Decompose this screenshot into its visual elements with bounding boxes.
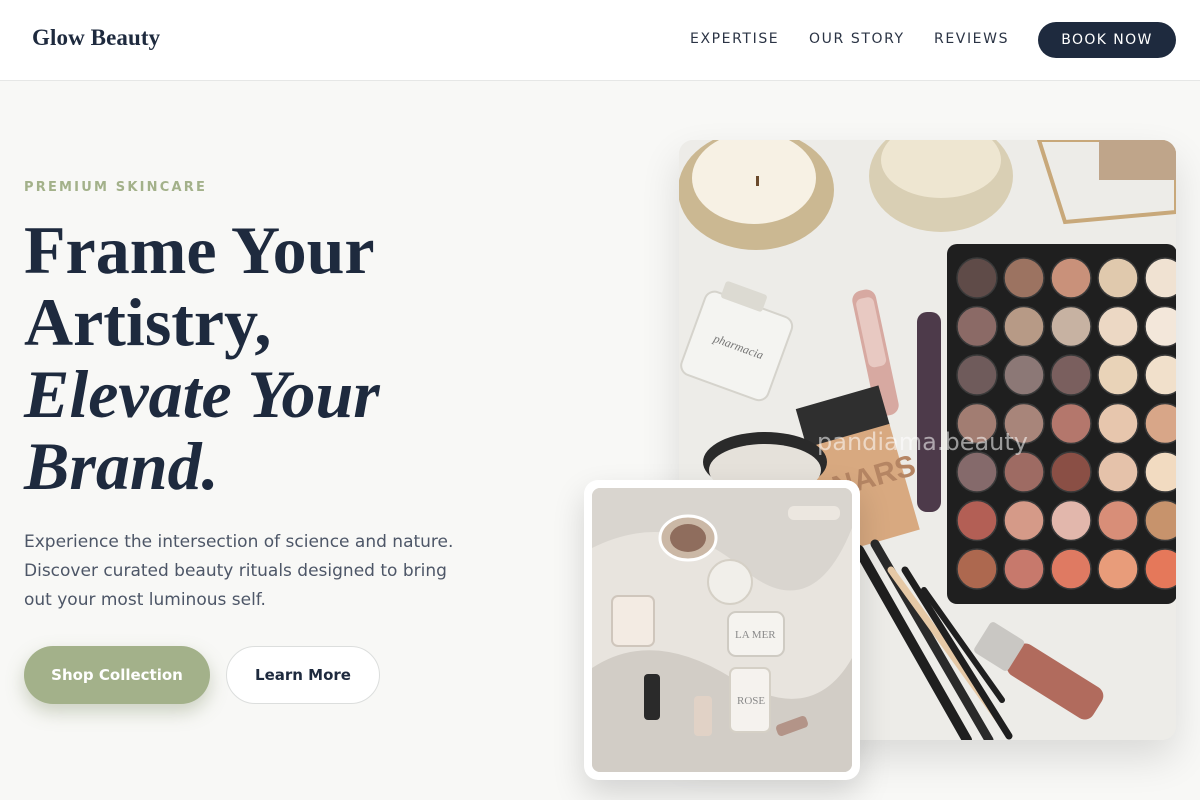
book-now-button[interactable]: BOOK NOW [1038,22,1176,58]
eyeshadow-swatch [1003,499,1045,542]
nav-link-reviews[interactable]: REVIEWS [934,31,1009,47]
eyeshadow-swatch [1050,451,1092,493]
nav-link-expertise[interactable]: EXPERTISE [690,31,779,47]
learn-more-button[interactable]: Learn More [226,646,380,704]
eyeshadow-swatch [956,305,998,348]
eyeshadow-swatch [1003,354,1045,396]
site-header: Glow Beauty EXPERTISE OUR STORY REVIEWS … [0,0,1200,81]
description-line: out your most luminous self. [24,590,266,610]
eyeshadow-swatch [1097,499,1139,542]
eyeshadow-swatch [1050,257,1092,299]
eyeshadow-swatch [1097,548,1139,590]
headline-line: Artistry, [24,284,272,360]
headline-italic-line: Brand. [24,428,219,504]
inset-photo-card: LA MER ROSE [584,480,860,780]
eyeshadow-swatch [1050,402,1092,445]
eyeshadow-swatch [1050,354,1092,396]
eyeshadow-swatch [956,548,998,590]
hero-headline: Frame Your Artistry, Elevate Your Brand. [24,214,380,502]
eyeshadow-swatch [956,354,998,396]
eyeshadow-swatch [956,257,998,299]
rose-label: ROSE [737,695,765,707]
eyeshadow-swatch [1097,305,1139,348]
description-line: Experience the intersection of science a… [24,532,454,552]
eyeshadow-swatch [1003,548,1045,590]
eyeshadow-swatch [956,451,998,493]
eyeshadow-swatch [1097,257,1139,299]
eyeshadow-swatch [1097,354,1139,396]
hero-watermark: pandiama.beauty [817,428,1028,456]
la-mer-label: LA MER [735,629,776,641]
inset-skincare-photo: LA MER ROSE [592,488,852,772]
brand-logo[interactable]: Glow Beauty [32,25,160,51]
eyeshadow-swatch [1003,451,1045,493]
hero-eyebrow: PREMIUM SKINCARE [24,180,208,195]
eyeshadow-swatch [1097,402,1139,445]
nav-link-our-story[interactable]: OUR STORY [809,31,905,47]
eyeshadow-swatch [956,499,998,542]
eyeshadow-swatch [1050,305,1092,348]
eyeshadow-swatch [1003,305,1045,348]
shop-collection-button[interactable]: Shop Collection [24,646,210,704]
eyeshadow-swatch [1050,548,1092,590]
description-line: Discover curated beauty rituals designed… [24,561,447,581]
eyeshadow-swatch [1097,451,1139,493]
eyeshadow-swatch [1003,257,1045,299]
eyeshadow-swatch [1050,499,1092,542]
headline-italic-line: Elevate Your [24,356,380,432]
headline-line: Frame Your [24,212,375,288]
hero-description: Experience the intersection of science a… [24,528,464,615]
